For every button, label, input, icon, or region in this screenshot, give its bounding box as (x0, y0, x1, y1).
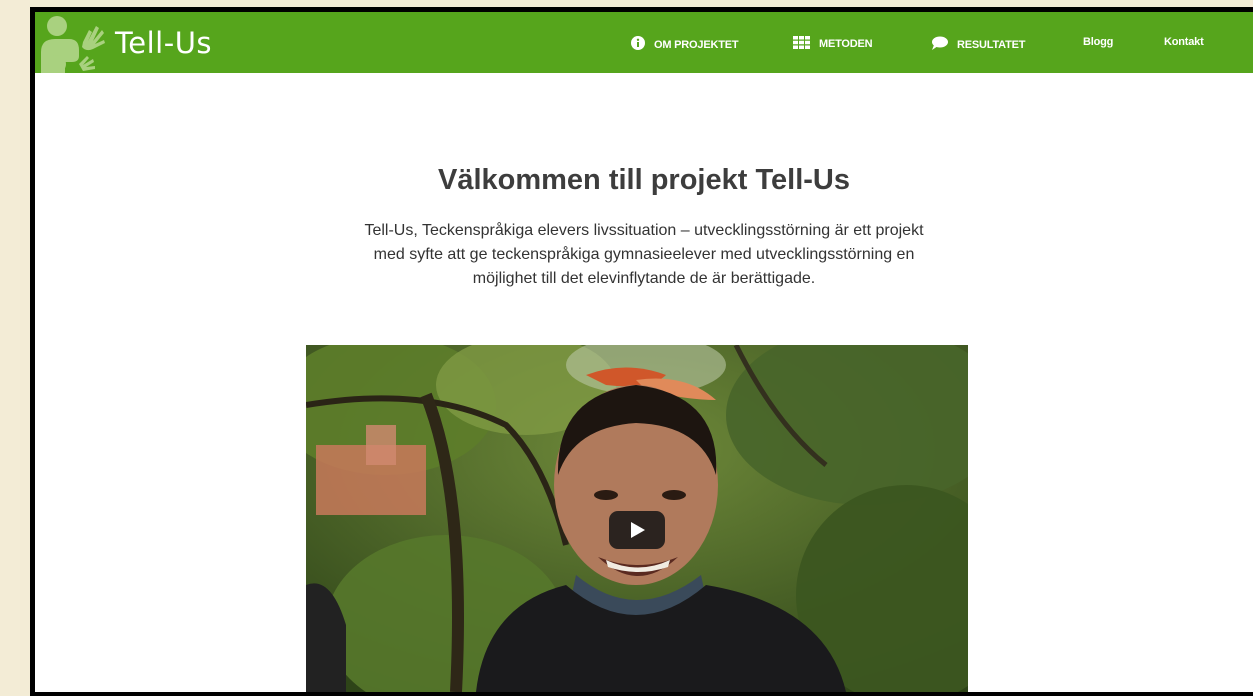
nav-label: METODEN (819, 38, 873, 50)
intro-line: möjlighet till det elevinflytande de är … (472, 270, 816, 287)
top-navbar: Tell-Us OM PROJEKTET METODEN RESULTATET … (35, 12, 1253, 73)
page-title: Välkommen till projekt Tell-Us (437, 164, 850, 196)
nav-metoden[interactable]: METODEN (793, 36, 873, 52)
nav-label: Blogg (1083, 36, 1114, 48)
nav-blogg[interactable]: Blogg (1083, 36, 1113, 48)
nav-label: RESULTATET (957, 38, 1026, 51)
page: Tell-Us OM PROJEKTET METODEN RESULTATET … (35, 12, 1253, 692)
nav-label: OM PROJEKTET (654, 38, 739, 51)
play-icon (631, 522, 645, 538)
nav-resultatet[interactable]: RESULTATET (931, 36, 1025, 53)
intro-text: Tell-Us, Teckenspråkiga elevers livssitu… (299, 219, 989, 291)
nav-om-projektet[interactable]: OM PROJEKTET (631, 36, 739, 53)
info-circle-icon (631, 36, 645, 53)
intro-line: med syfte att ge teckenspråkiga gymnasie… (373, 246, 915, 263)
play-button[interactable] (609, 511, 665, 549)
nav-kontakt[interactable]: Kontakt (1164, 36, 1204, 48)
intro-line: Tell-Us, Teckenspråkiga elevers livssitu… (364, 222, 924, 239)
grid-icon (793, 36, 810, 52)
video-player[interactable] (306, 345, 968, 692)
speech-bubble-icon (931, 36, 948, 53)
logo-icon[interactable] (39, 12, 109, 73)
nav-label: Kontakt (1164, 36, 1204, 48)
site-title[interactable]: Tell-Us (115, 26, 212, 60)
